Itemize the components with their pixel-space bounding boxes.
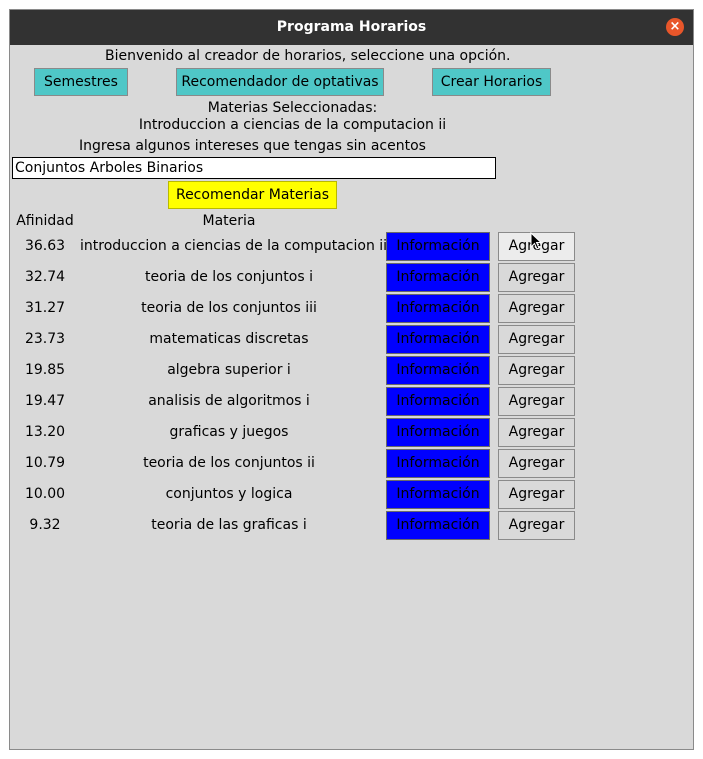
afinidad-value: 10.79	[24, 455, 66, 471]
afinidad-value: 36.63	[24, 238, 66, 254]
materia-name: teoria de las graficas i	[151, 517, 307, 533]
recomendador-button[interactable]: Recomendador de optativas	[176, 68, 384, 96]
afinidad-value: 13.20	[24, 424, 66, 440]
table-row: 19.47 analisis de algoritmos i Informaci…	[10, 386, 610, 417]
table-row: 32.74 teoria de los conjuntos i Informac…	[10, 262, 610, 293]
crear-horarios-button[interactable]: Crear Horarios	[432, 68, 551, 96]
mouse-pointer-icon	[530, 232, 542, 250]
afinidad-value: 19.85	[24, 362, 66, 378]
materia-name: graficas y juegos	[169, 424, 289, 440]
add-button[interactable]: Agregar	[498, 511, 575, 540]
recommend-button[interactable]: Recomendar Materias	[168, 181, 337, 209]
add-button[interactable]: Agregar	[498, 356, 575, 385]
header-materia: Materia	[202, 213, 256, 229]
info-button[interactable]: Información	[386, 325, 490, 354]
table-row: 31.27 teoria de los conjuntos iii Inform…	[10, 293, 610, 324]
table-row: 13.20 graficas y juegos Información Agre…	[10, 417, 610, 448]
materia-name: matematicas discretas	[149, 331, 309, 347]
title-bar: Programa Horarios ×	[10, 10, 693, 45]
table-row: 10.79 teoria de los conjuntos ii Informa…	[10, 448, 610, 479]
window-title: Programa Horarios	[276, 19, 427, 35]
afinidad-value: 9.32	[29, 517, 61, 533]
info-button[interactable]: Información	[386, 263, 490, 292]
interests-input[interactable]	[12, 157, 496, 179]
add-button[interactable]: Agregar	[498, 263, 575, 292]
info-button[interactable]: Información	[386, 232, 490, 261]
materia-name: teoria de los conjuntos i	[145, 269, 313, 285]
header-afinidad: Afinidad	[16, 213, 74, 229]
interests-label: Ingresa algunos intereses que tengas sin…	[79, 138, 426, 154]
info-button[interactable]: Información	[386, 387, 490, 416]
info-button[interactable]: Información	[386, 294, 490, 323]
add-button[interactable]: Agregar	[498, 480, 575, 509]
add-button[interactable]: Agregar	[498, 449, 575, 478]
materia-name: algebra superior i	[167, 362, 291, 378]
afinidad-value: 19.47	[24, 393, 66, 409]
add-button[interactable]: Agregar	[498, 418, 575, 447]
welcome-text: Bienvenido al creador de horarios, selec…	[105, 48, 511, 64]
info-button[interactable]: Información	[386, 449, 490, 478]
materia-name: teoria de los conjuntos ii	[143, 455, 315, 471]
table-row: 9.32 teoria de las graficas i Informació…	[10, 510, 610, 541]
afinidad-value: 10.00	[24, 486, 66, 502]
afinidad-value: 23.73	[24, 331, 66, 347]
app-window: Programa Horarios × Bienvenido al creado…	[9, 9, 694, 750]
materia-name: teoria de los conjuntos iii	[141, 300, 317, 316]
close-icon[interactable]: ×	[666, 18, 684, 36]
semestres-button[interactable]: Semestres	[34, 68, 128, 96]
selected-item: Introduccion a ciencias de la computacio…	[138, 117, 447, 133]
afinidad-value: 31.27	[24, 300, 66, 316]
selected-label: Materias Seleccionadas:	[207, 100, 378, 116]
materia-name: conjuntos y logica	[165, 486, 293, 502]
add-button[interactable]: Agregar	[498, 294, 575, 323]
table-row: 19.85 algebra superior i Información Agr…	[10, 355, 610, 386]
info-button[interactable]: Información	[386, 480, 490, 509]
table-row: 10.00 conjuntos y logica Información Agr…	[10, 479, 610, 510]
info-button[interactable]: Información	[386, 356, 490, 385]
table-row: 36.63 introduccion a ciencias de la comp…	[10, 231, 610, 262]
add-button[interactable]: Agregar	[498, 325, 575, 354]
materia-name: introduccion a ciencias de la computacio…	[80, 238, 388, 254]
afinidad-value: 32.74	[24, 269, 66, 285]
info-button[interactable]: Información	[386, 418, 490, 447]
materia-name: analisis de algoritmos i	[148, 393, 310, 409]
table-row: 23.73 matematicas discretas Información …	[10, 324, 610, 355]
info-button[interactable]: Información	[386, 511, 490, 540]
add-button[interactable]: Agregar	[498, 387, 575, 416]
